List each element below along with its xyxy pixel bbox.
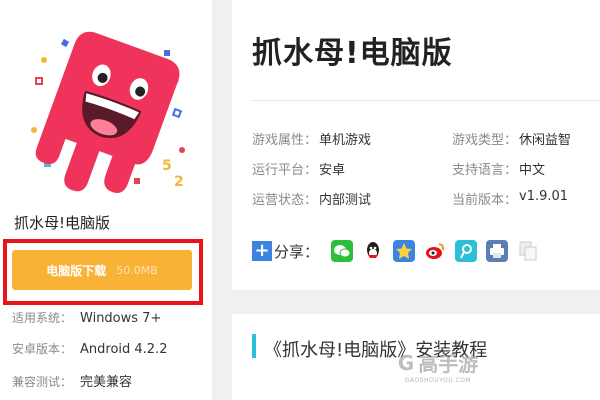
tencent-weibo-icon[interactable] — [455, 240, 478, 262]
accent-bar — [252, 334, 256, 358]
attr-value: v1.9.01 — [519, 189, 569, 204]
spec-key: 安卓版本： — [12, 342, 73, 356]
attr-value: 中文 — [519, 163, 546, 178]
attr-game-type: 游戏类型： 休闲益智 — [452, 129, 571, 148]
watermark-logo: G 高手游 — [398, 348, 478, 377]
share-bar: + 分享： — [252, 236, 548, 266]
watermark-logo-name: 高手游 — [418, 352, 479, 376]
watermark-url: GAOSHOUYOU.COM — [404, 377, 472, 384]
watermark: G 高手游 GAOSHOUYOU.COM — [392, 348, 484, 385]
download-size: 50.0MB — [116, 263, 158, 277]
spec-value: 完美兼容 — [80, 375, 133, 390]
svg-text:2: 2 — [174, 174, 184, 190]
attr-version: 当前版本： v1.9.01 — [452, 189, 568, 208]
attr-key: 支持语言： — [452, 163, 518, 178]
attr-value: 内部测试 — [319, 193, 372, 208]
attr-status: 运营状态： 内部测试 — [252, 189, 371, 208]
qq-icon[interactable] — [362, 240, 385, 262]
spec-compat: 兼容测试： 完美兼容 — [12, 371, 132, 390]
attr-key: 当前版本： — [452, 193, 518, 208]
attr-value: 休闲益智 — [519, 133, 572, 148]
attr-game-property: 游戏属性： 单机游戏 — [252, 129, 371, 148]
attr-platform: 运行平台： 安卓 — [252, 159, 345, 178]
spec-value: Windows 7+ — [80, 311, 162, 326]
jellyfish-app-icon: 5 2 — [14, 20, 194, 200]
attr-language: 支持语言： 中文 — [452, 159, 545, 178]
app-card: 5 2 抓水母!电脑版 电脑版下载 50.0MB 适用系统： Windows 7… — [0, 0, 212, 400]
attr-value: 安卓 — [319, 163, 346, 178]
copy-icon[interactable] — [517, 240, 540, 262]
share-label: 分享： — [274, 242, 320, 261]
app-name: 抓水母!电脑版 — [14, 214, 111, 232]
weibo-icon[interactable] — [424, 240, 447, 262]
attr-key: 运营状态： — [252, 193, 318, 208]
svg-text:5: 5 — [162, 158, 172, 174]
page-title: 抓水母!电脑版 — [252, 36, 453, 71]
plus-icon[interactable]: + — [252, 241, 272, 261]
download-label: 电脑版下载 — [46, 263, 107, 278]
attr-key: 游戏属性： — [252, 133, 318, 148]
wechat-icon[interactable] — [331, 240, 354, 262]
watermark-logo-letter: G — [397, 350, 415, 375]
spec-key: 兼容测试： — [12, 375, 73, 389]
attr-key: 运行平台： — [252, 163, 318, 178]
divider — [252, 100, 600, 101]
attr-value: 单机游戏 — [319, 133, 372, 148]
print-icon[interactable] — [486, 240, 509, 262]
attr-key: 游戏类型： — [452, 133, 518, 148]
spec-android: 安卓版本： Android 4.2.2 — [12, 340, 168, 357]
spec-os: 适用系统： Windows 7+ — [12, 309, 161, 326]
spec-key: 适用系统： — [12, 311, 73, 325]
info-card: 抓水母!电脑版 游戏属性： 单机游戏 游戏类型： 休闲益智 运行平台： 安卓 支… — [232, 0, 600, 290]
spec-value: Android 4.2.2 — [80, 342, 168, 357]
qzone-icon[interactable] — [393, 240, 416, 262]
download-button[interactable]: 电脑版下载 50.0MB — [12, 250, 192, 290]
app-icon[interactable]: 5 2 — [14, 20, 194, 200]
